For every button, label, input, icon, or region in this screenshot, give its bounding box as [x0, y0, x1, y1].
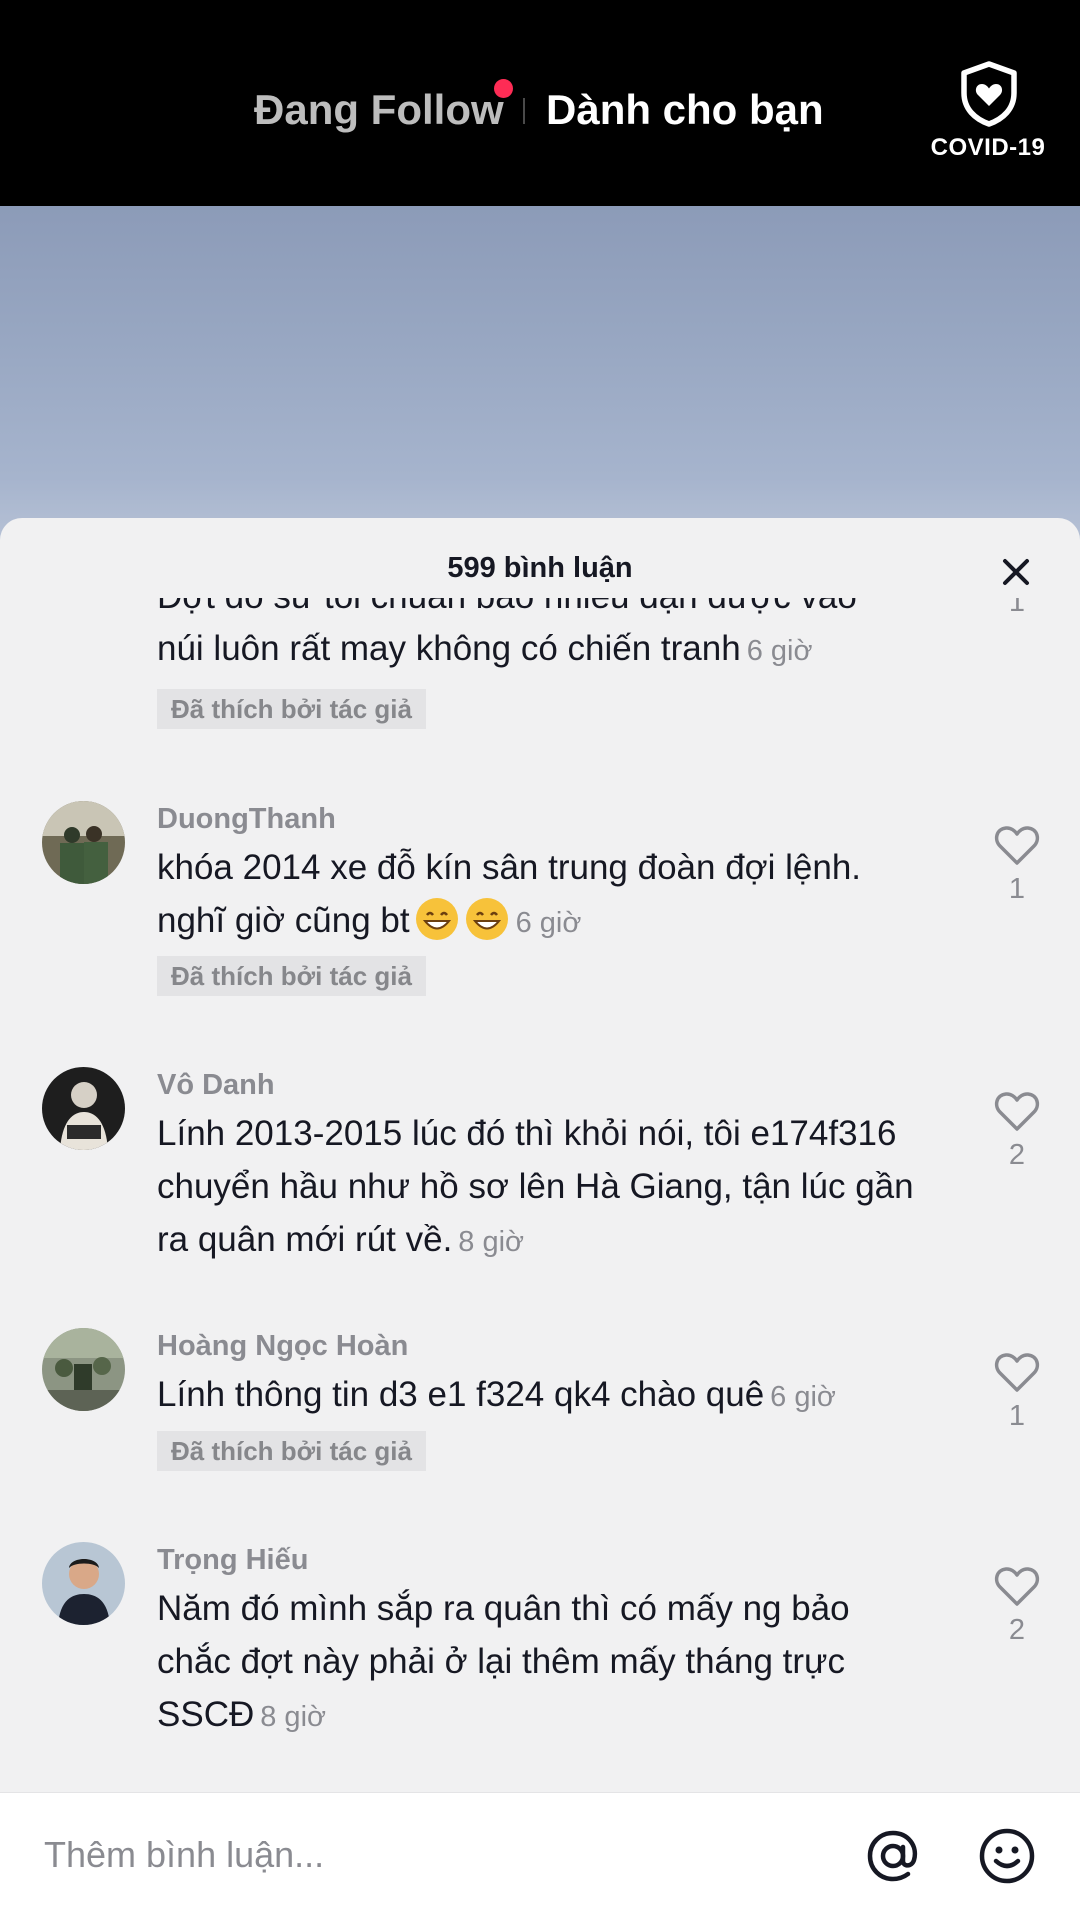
comment-body: nghĩ giờ cũng bt — [157, 901, 410, 940]
close-icon — [1003, 559, 1029, 585]
video-background[interactable] — [0, 206, 1080, 546]
at-sign-icon — [867, 1830, 918, 1882]
comment-time: 8 giờ — [458, 1226, 525, 1258]
emoji-button[interactable] — [976, 1825, 1038, 1887]
like-button[interactable] — [993, 1089, 1041, 1133]
tab-following[interactable]: Đang Follow — [254, 82, 504, 138]
comment-text-partial: Đợt đó sư tôi chuẩn bảo nhiều đạn được v… — [157, 598, 937, 623]
tab-divider — [523, 98, 525, 124]
comments-list[interactable]: Đợt đó sư tôi chuẩn bảo nhiều đạn được v… — [0, 598, 1080, 1788]
like-count: 1 — [1008, 873, 1026, 905]
liked-by-author-badge: Đã thích bởi tác giả — [157, 1431, 426, 1471]
comments-sheet: 599 bình luận Đợt đó sư tôi chuẩn bảo nh… — [0, 518, 1080, 1920]
comment-username[interactable]: DuongThanh — [157, 801, 336, 837]
comment-time: 6 giờ — [770, 1381, 836, 1413]
comment-input-bar — [0, 1792, 1080, 1920]
liked-by-author-badge: Đã thích bởi tác giả — [157, 956, 426, 996]
avatar[interactable] — [42, 801, 125, 884]
shield-heart-icon — [961, 61, 1017, 127]
live-indicator-dot — [494, 79, 513, 98]
like-count: 2 — [1008, 1139, 1026, 1171]
comment-time: 6 giờ — [515, 907, 582, 939]
comment-text: núi luôn rất may không có chiến tranh 6 g… — [157, 622, 937, 678]
smiley-icon — [979, 1828, 1035, 1884]
like-count: 1 — [1008, 1400, 1026, 1432]
heart-outline-icon — [994, 1567, 1040, 1606]
comment-text: Năm đó mình sắp ra quân thì có mấy ng bả… — [157, 1582, 927, 1744]
like-count: 1 — [1008, 598, 1026, 618]
top-navigation-bar: Đang Follow Dành cho bạn COVID-19 — [0, 0, 1080, 206]
covid-19-button[interactable]: COVID-19 — [918, 60, 1058, 170]
close-button[interactable] — [996, 552, 1036, 592]
comment-time: 6 giờ — [746, 635, 813, 667]
heart-outline-icon — [994, 1353, 1040, 1392]
avatar[interactable] — [42, 1328, 125, 1411]
covid-label: COVID-19 — [930, 134, 1046, 161]
comment-text-partial-line: Đợt đó sư tôi chuẩn bảo nhiều đạn được v… — [157, 598, 857, 616]
add-comment-input[interactable] — [44, 1827, 824, 1883]
like-button[interactable] — [993, 823, 1041, 867]
comment-username[interactable]: Trọng Hiếu — [157, 1542, 308, 1578]
comment-body: núi luôn rất may không có chiến tranh — [157, 629, 741, 668]
heart-outline-icon — [994, 1092, 1040, 1131]
heart-outline-icon — [994, 826, 1040, 865]
comment-text: Lính thông tin d3 e1 f324 qk4 chào quê 6 … — [157, 1368, 937, 1424]
liked-by-author-badge: Đã thích bởi tác giả — [157, 689, 426, 729]
comment-count-title: 599 bình luận — [447, 552, 633, 584]
like-button[interactable] — [993, 1564, 1041, 1608]
comment-time: 8 giờ — [260, 1701, 327, 1733]
grinning-face-emoji — [465, 898, 508, 940]
comment-body: Lính 2013-2015 lúc đó thì khỏi nói, tôi … — [157, 1114, 914, 1259]
comment-body: khóa 2014 xe đỗ kín sân trung đoàn đợi l… — [157, 848, 862, 887]
comment-username[interactable]: Hoàng Ngọc Hoàn — [157, 1328, 408, 1364]
comment-text: khóa 2014 xe đỗ kín sân trung đoàn đợi l… — [157, 841, 937, 950]
grinning-face-emoji — [415, 898, 458, 940]
comment-text: Lính 2013-2015 lúc đó thì khỏi nói, tôi … — [157, 1107, 947, 1269]
tab-for-you[interactable]: Dành cho bạn — [546, 82, 824, 138]
comment-body: Lính thông tin d3 e1 f324 qk4 chào quê — [157, 1375, 765, 1414]
avatar[interactable] — [42, 1542, 125, 1625]
comment-username[interactable]: Vô Danh — [157, 1067, 275, 1103]
mention-button[interactable] — [862, 1825, 924, 1887]
like-count: 2 — [1008, 1614, 1026, 1646]
avatar[interactable] — [42, 1067, 125, 1150]
like-button[interactable] — [993, 1350, 1041, 1394]
